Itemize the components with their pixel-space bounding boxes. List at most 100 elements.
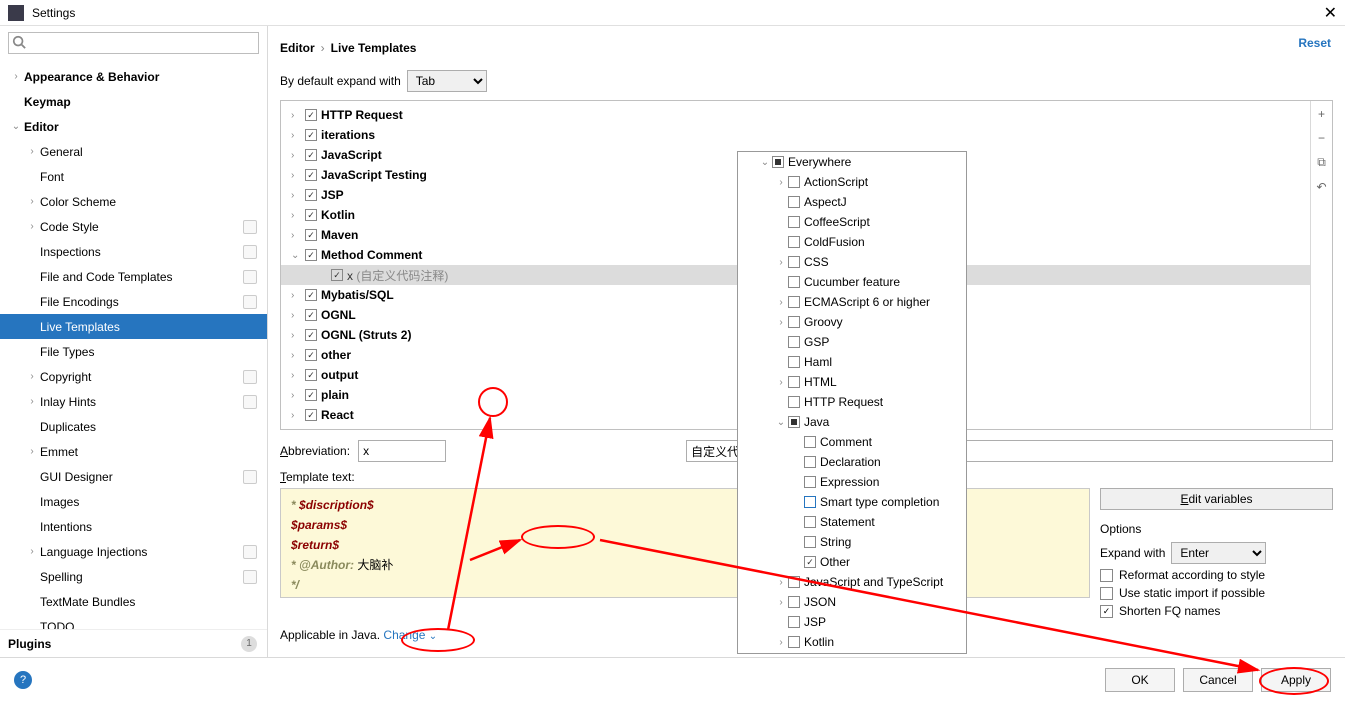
context-item-statement[interactable]: Statement bbox=[738, 512, 966, 532]
context-item-coldfusion[interactable]: ColdFusion bbox=[738, 232, 966, 252]
static-import-checkbox[interactable] bbox=[1100, 587, 1113, 600]
context-item-http-request[interactable]: HTTP Request bbox=[738, 392, 966, 412]
context-item-css[interactable]: ›CSS bbox=[738, 252, 966, 272]
undo-icon[interactable]: ↶ bbox=[1316, 180, 1326, 194]
close-icon[interactable]: ✕ bbox=[1324, 3, 1337, 23]
context-item-javascript-and-typescript[interactable]: ›JavaScript and TypeScript bbox=[738, 572, 966, 592]
sidebar-item-intentions[interactable]: Intentions bbox=[0, 514, 267, 539]
abbreviation-input[interactable] bbox=[358, 440, 446, 462]
context-item-smart-type-completion[interactable]: Smart type completion bbox=[738, 492, 966, 512]
context-checkbox[interactable] bbox=[804, 536, 816, 548]
sidebar-item-color-scheme[interactable]: ›Color Scheme bbox=[0, 189, 267, 214]
template-item[interactable]: ›HTTP Request bbox=[281, 105, 1310, 125]
context-checkbox[interactable] bbox=[788, 296, 800, 308]
context-checkbox[interactable] bbox=[804, 436, 816, 448]
context-item-cucumber-feature[interactable]: Cucumber feature bbox=[738, 272, 966, 292]
template-checkbox[interactable] bbox=[305, 309, 317, 321]
template-checkbox[interactable] bbox=[305, 149, 317, 161]
template-item[interactable]: ›iterations bbox=[281, 125, 1310, 145]
template-checkbox[interactable] bbox=[305, 329, 317, 341]
everywhere-checkbox[interactable] bbox=[772, 156, 784, 168]
help-icon[interactable]: ? bbox=[14, 671, 32, 689]
context-checkbox[interactable] bbox=[788, 236, 800, 248]
cancel-button[interactable]: Cancel bbox=[1183, 668, 1253, 692]
sidebar-item-general[interactable]: ›General bbox=[0, 139, 267, 164]
context-item-java[interactable]: ⌄Java bbox=[738, 412, 966, 432]
template-checkbox[interactable] bbox=[305, 229, 317, 241]
shorten-fq-checkbox[interactable] bbox=[1100, 605, 1113, 618]
context-checkbox[interactable] bbox=[788, 636, 800, 648]
template-checkbox[interactable] bbox=[305, 369, 317, 381]
sidebar-item-gui-designer[interactable]: GUI Designer bbox=[0, 464, 267, 489]
context-item-json[interactable]: ›JSON bbox=[738, 592, 966, 612]
context-popup[interactable]: ⌄ Everywhere ›ActionScriptAspectJCoffeeS… bbox=[737, 151, 967, 654]
ok-button[interactable]: OK bbox=[1105, 668, 1175, 692]
template-checkbox[interactable] bbox=[305, 129, 317, 141]
sidebar-item-inspections[interactable]: Inspections bbox=[0, 239, 267, 264]
context-checkbox[interactable] bbox=[804, 476, 816, 488]
context-checkbox[interactable] bbox=[788, 616, 800, 628]
sidebar-item-font[interactable]: Font bbox=[0, 164, 267, 189]
remove-icon[interactable]: − bbox=[1318, 131, 1325, 145]
template-checkbox[interactable] bbox=[305, 349, 317, 361]
context-checkbox[interactable] bbox=[788, 216, 800, 228]
sidebar-item-keymap[interactable]: Keymap bbox=[0, 89, 267, 114]
template-checkbox[interactable] bbox=[305, 109, 317, 121]
context-checkbox[interactable] bbox=[788, 196, 800, 208]
sidebar-item-language-injections[interactable]: ›Language Injections bbox=[0, 539, 267, 564]
context-checkbox[interactable] bbox=[788, 256, 800, 268]
expand-with-select[interactable]: Enter bbox=[1171, 542, 1266, 564]
context-item-haml[interactable]: Haml bbox=[738, 352, 966, 372]
context-item-html[interactable]: ›HTML bbox=[738, 372, 966, 392]
sidebar-item-emmet[interactable]: ›Emmet bbox=[0, 439, 267, 464]
context-checkbox[interactable] bbox=[788, 176, 800, 188]
sidebar-item-file-and-code-templates[interactable]: File and Code Templates bbox=[0, 264, 267, 289]
edit-variables-button[interactable]: Edit variables bbox=[1100, 488, 1333, 510]
context-checkbox[interactable] bbox=[788, 316, 800, 328]
sidebar-item-file-types[interactable]: File Types bbox=[0, 339, 267, 364]
sidebar-item-copyright[interactable]: ›Copyright bbox=[0, 364, 267, 389]
context-item-coffeescript[interactable]: CoffeeScript bbox=[738, 212, 966, 232]
template-checkbox[interactable] bbox=[305, 389, 317, 401]
sidebar-item-editor[interactable]: ⌄Editor bbox=[0, 114, 267, 139]
context-item-aspectj[interactable]: AspectJ bbox=[738, 192, 966, 212]
sidebar-item-todo[interactable]: TODO bbox=[0, 614, 267, 629]
template-checkbox[interactable] bbox=[305, 169, 317, 181]
template-checkbox[interactable] bbox=[331, 269, 343, 281]
context-checkbox[interactable] bbox=[788, 276, 800, 288]
sidebar-item-inlay-hints[interactable]: ›Inlay Hints bbox=[0, 389, 267, 414]
template-checkbox[interactable] bbox=[305, 409, 317, 421]
context-item-comment[interactable]: Comment bbox=[738, 432, 966, 452]
sidebar-item-live-templates[interactable]: Live Templates bbox=[0, 314, 267, 339]
add-icon[interactable]: + bbox=[1318, 107, 1325, 121]
context-checkbox[interactable] bbox=[788, 336, 800, 348]
context-checkbox[interactable] bbox=[804, 516, 816, 528]
context-item-declaration[interactable]: Declaration bbox=[738, 452, 966, 472]
context-checkbox[interactable] bbox=[788, 416, 800, 428]
change-link[interactable]: Change ⌄ bbox=[383, 628, 437, 642]
template-checkbox[interactable] bbox=[305, 209, 317, 221]
context-item-other[interactable]: Other bbox=[738, 552, 966, 572]
popup-root-row[interactable]: ⌄ Everywhere bbox=[738, 152, 966, 172]
sidebar-item-spelling[interactable]: Spelling bbox=[0, 564, 267, 589]
sidebar-item-textmate-bundles[interactable]: TextMate Bundles bbox=[0, 589, 267, 614]
reset-link[interactable]: Reset bbox=[1298, 36, 1331, 50]
reformat-checkbox[interactable] bbox=[1100, 569, 1113, 582]
context-item-jsp[interactable]: JSP bbox=[738, 612, 966, 632]
sidebar-item-code-style[interactable]: ›Code Style bbox=[0, 214, 267, 239]
context-item-kotlin[interactable]: ›Kotlin bbox=[738, 632, 966, 652]
apply-button[interactable]: Apply bbox=[1261, 668, 1331, 692]
sidebar-item-duplicates[interactable]: Duplicates bbox=[0, 414, 267, 439]
context-checkbox[interactable] bbox=[788, 596, 800, 608]
context-checkbox[interactable] bbox=[788, 576, 800, 588]
context-item-gsp[interactable]: GSP bbox=[738, 332, 966, 352]
context-checkbox[interactable] bbox=[804, 456, 816, 468]
context-item-ecmascript-6-or-higher[interactable]: ›ECMAScript 6 or higher bbox=[738, 292, 966, 312]
context-item-string[interactable]: String bbox=[738, 532, 966, 552]
template-text-editor[interactable]: * $discription$ $params$ $return$ * @Aut… bbox=[280, 488, 1090, 598]
context-checkbox[interactable] bbox=[788, 396, 800, 408]
sidebar-item-appearance-behavior[interactable]: ›Appearance & Behavior bbox=[0, 64, 267, 89]
default-expand-select[interactable]: Tab bbox=[407, 70, 487, 92]
template-checkbox[interactable] bbox=[305, 189, 317, 201]
context-checkbox[interactable] bbox=[788, 356, 800, 368]
